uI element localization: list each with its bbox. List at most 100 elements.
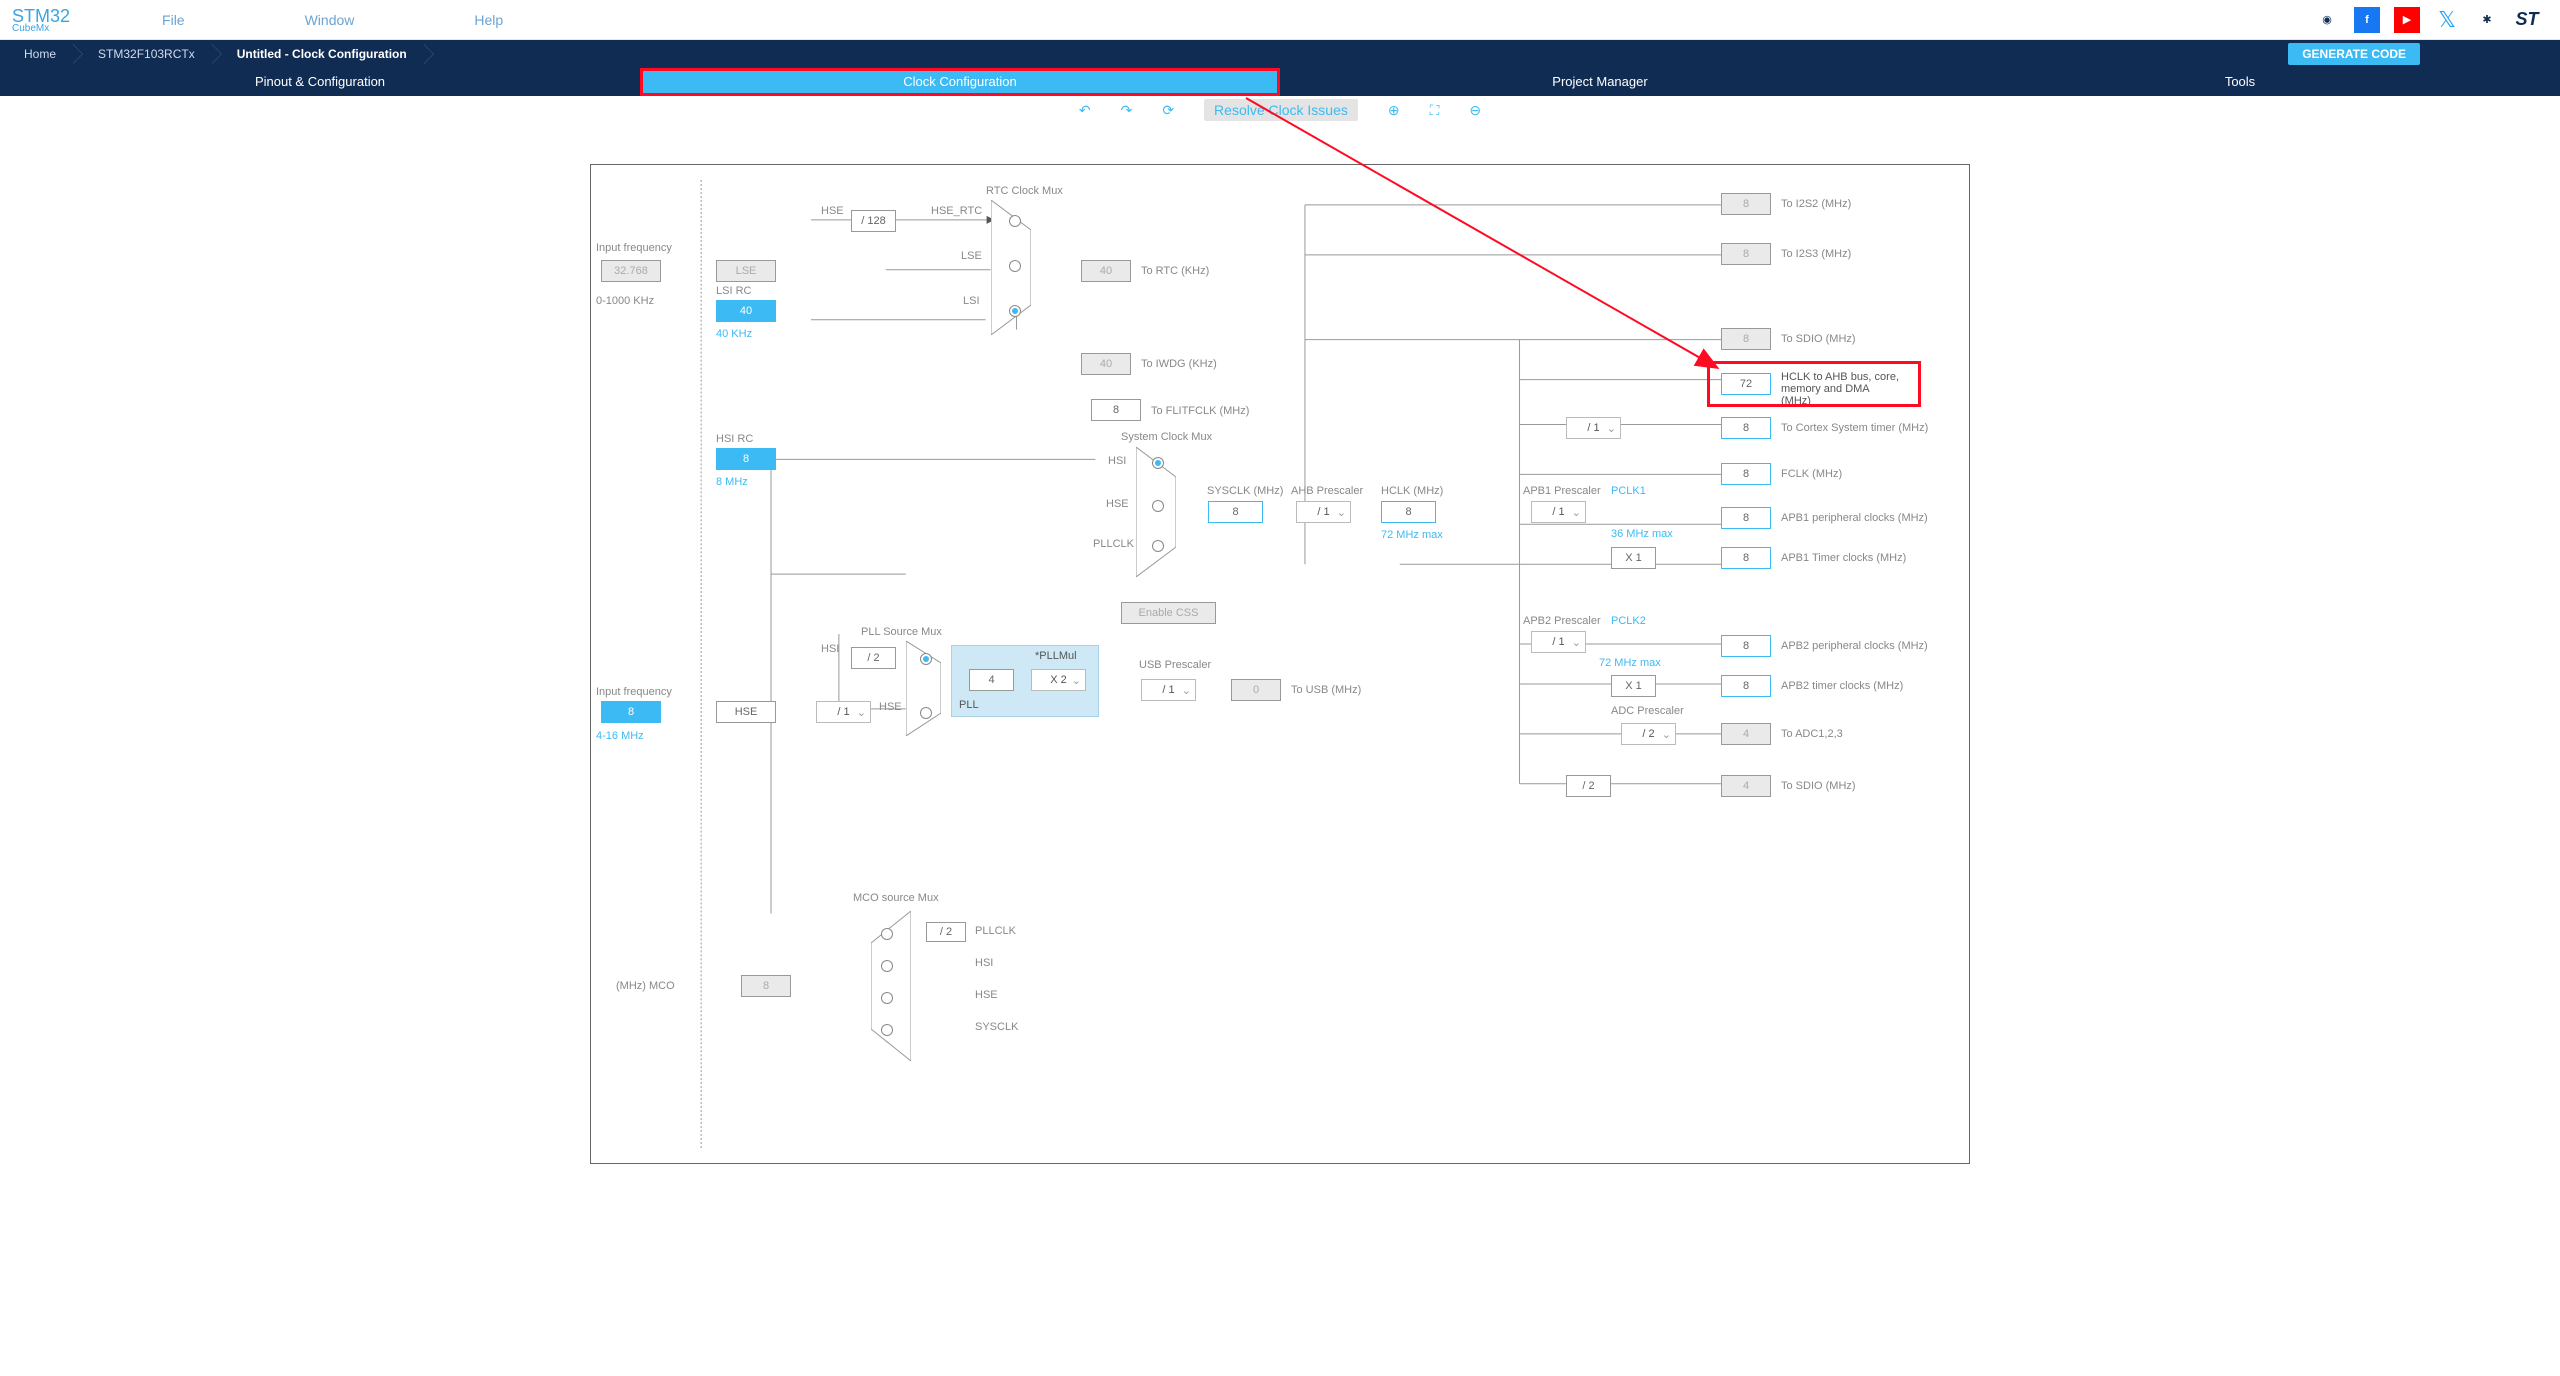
tab-tools[interactable]: Tools (1920, 68, 2560, 96)
label-hclk: HCLK (MHz) (1381, 485, 1443, 497)
mco-hse-radio[interactable] (881, 992, 893, 1004)
label-hse-rtc-in: HSE (821, 205, 844, 217)
tab-pinout[interactable]: Pinout & Configuration (0, 68, 640, 96)
label-apb1-periph: APB1 peripheral clocks (MHz) (1781, 512, 1928, 524)
mco-hsi-radio[interactable] (881, 960, 893, 972)
apb1-prescaler-select[interactable]: / 1 (1531, 501, 1586, 523)
breadcrumb-chip[interactable]: STM32F103RCTx (74, 40, 213, 68)
tab-clock[interactable]: Clock Configuration (640, 68, 1280, 96)
rtc-mux-lse-radio[interactable] (1009, 260, 1021, 272)
label-pllmul: *PLLMul (1035, 650, 1077, 662)
label-to-rtc: To RTC (KHz) (1141, 265, 1209, 277)
label-apb1-timer: APB1 Timer clocks (MHz) (1781, 552, 1906, 564)
mco-div2: / 2 (926, 922, 966, 942)
sysmux-hsi-radio[interactable] (1152, 457, 1164, 469)
label-input-freq-hse: Input frequency (596, 686, 672, 698)
rtc-mux-hse-radio[interactable] (1009, 215, 1021, 227)
lsi-value: 40 (716, 300, 776, 322)
usb-prescaler-select[interactable]: / 1 (1141, 679, 1196, 701)
label-pclk2: PCLK2 (1611, 615, 1646, 627)
flitfclk-value: 8 (1091, 399, 1141, 421)
menu-help[interactable]: Help (474, 12, 503, 28)
tab-project[interactable]: Project Manager (1280, 68, 1920, 96)
label-adc: To ADC1,2,3 (1781, 728, 1843, 740)
refresh-icon[interactable]: ⟳ (1162, 102, 1174, 119)
breadcrumb-page[interactable]: Untitled - Clock Configuration (213, 40, 425, 68)
clock-diagram: Input frequency 32.768 0-1000 KHz LSE LS… (590, 164, 1970, 1164)
enable-css-button[interactable]: Enable CSS (1121, 602, 1216, 624)
pll-hsi-div2: / 2 (851, 647, 896, 669)
label-pclk1: PCLK1 (1611, 485, 1646, 497)
label-lse-range: 0-1000 KHz (596, 295, 654, 307)
hclk-ahb-value[interactable]: 72 (1721, 373, 1771, 395)
pllmul-select[interactable]: X 2 (1031, 669, 1086, 691)
pllmux-hse-radio[interactable] (920, 707, 932, 719)
hse-div128: / 128 (851, 210, 896, 232)
pllmux-hsi-radio[interactable] (920, 653, 932, 665)
label-apb2-max: 72 MHz max (1599, 657, 1661, 669)
label-apb1-pre: APB1 Prescaler (1523, 485, 1601, 497)
label-apb2-timer: APB2 timer clocks (MHz) (1781, 680, 1903, 692)
apb2-periph-value: 8 (1721, 635, 1771, 657)
facebook-icon[interactable]: f (2354, 7, 2380, 33)
label-mco-pllclk: PLLCLK (975, 925, 1016, 937)
adc-prescaler-select[interactable]: / 2 (1621, 723, 1676, 745)
label-sysmux-pllclk: PLLCLK (1093, 538, 1134, 550)
mco-pllclk-radio[interactable] (881, 928, 893, 940)
label-pllmux-hsi: HSI (821, 643, 839, 655)
breadcrumb-home[interactable]: Home (0, 40, 74, 68)
menu-file[interactable]: File (162, 12, 185, 28)
label-sdio: To SDIO (MHz) (1781, 333, 1856, 345)
rtc-value: 40 (1081, 260, 1131, 282)
label-usb-pre: USB Prescaler (1139, 659, 1211, 671)
i2s3-value: 8 (1721, 243, 1771, 265)
undo-icon[interactable]: ↶ (1079, 102, 1091, 119)
mco-sysclk-radio[interactable] (881, 1024, 893, 1036)
label-hse-rtc: HSE_RTC (931, 205, 982, 217)
adc-value: 4 (1721, 723, 1771, 745)
rtc-mux-lsi-radio[interactable] (1009, 305, 1021, 317)
fit-icon[interactable]: ⛶ (1430, 102, 1440, 119)
sysmux-hse-radio[interactable] (1152, 500, 1164, 512)
label-mco-mux: MCO source Mux (853, 892, 939, 904)
zoom-in-icon[interactable]: ⊕ (1388, 102, 1400, 119)
sysclk-input[interactable]: 8 (1208, 501, 1263, 523)
menu-window[interactable]: Window (305, 12, 355, 28)
hclk-input[interactable]: 8 (1381, 501, 1436, 523)
label-cortex: To Cortex System timer (MHz) (1781, 422, 1928, 434)
twitter-icon[interactable]: 𝕏 (2434, 7, 2460, 33)
youtube-icon[interactable]: ▶ (2394, 7, 2420, 33)
apb2-timer-mul: X 1 (1611, 675, 1656, 697)
sdio2-div: / 2 (1566, 775, 1611, 797)
label-mco-sysclk: SYSCLK (975, 1021, 1018, 1033)
st-community-icon[interactable]: ◉ (2314, 7, 2340, 33)
sysmux-pll-radio[interactable] (1152, 540, 1164, 552)
zoom-out-icon[interactable]: ⊖ (1469, 102, 1481, 119)
redo-icon[interactable]: ↷ (1121, 102, 1133, 119)
label-fclk: FCLK (MHz) (1781, 468, 1842, 480)
ahb-prescaler-select[interactable]: / 1 (1296, 501, 1351, 523)
generate-code-button[interactable]: GENERATE CODE (2288, 43, 2420, 65)
lse-freq-input[interactable]: 32.768 (601, 260, 661, 282)
i2s2-value: 8 (1721, 193, 1771, 215)
label-lsi-khz: 40 KHz (716, 328, 752, 340)
label-lse-mux: LSE (961, 250, 982, 262)
pll-hse-prescaler[interactable]: / 1 (816, 701, 871, 723)
iwdg-value: 40 (1081, 353, 1131, 375)
label-hclk-ahb: HCLK to AHB bus, core, memory and DMA (M… (1781, 371, 1901, 407)
label-mco-hsi: HSI (975, 957, 993, 969)
st-icon[interactable]: ✱ (2474, 7, 2500, 33)
pll-in-value: 4 (969, 669, 1014, 691)
resolve-clock-button[interactable]: Resolve Clock Issues (1204, 99, 1358, 121)
cortex-prescaler-select[interactable]: / 1 (1566, 417, 1621, 439)
usb-value: 0 (1231, 679, 1281, 701)
hsi-value: 8 (716, 448, 776, 470)
st-logo-icon[interactable]: ST (2514, 7, 2540, 33)
app-logo: STM32 CubeMx (0, 6, 82, 34)
label-flitfclk: To FLITFCLK (MHz) (1151, 405, 1249, 417)
label-to-iwdg: To IWDG (KHz) (1141, 358, 1217, 370)
apb2-prescaler-select[interactable]: / 1 (1531, 631, 1586, 653)
label-rtc-mux: RTC Clock Mux (986, 185, 1063, 197)
sdio-value: 8 (1721, 328, 1771, 350)
hse-freq-input[interactable]: 8 (601, 701, 661, 723)
